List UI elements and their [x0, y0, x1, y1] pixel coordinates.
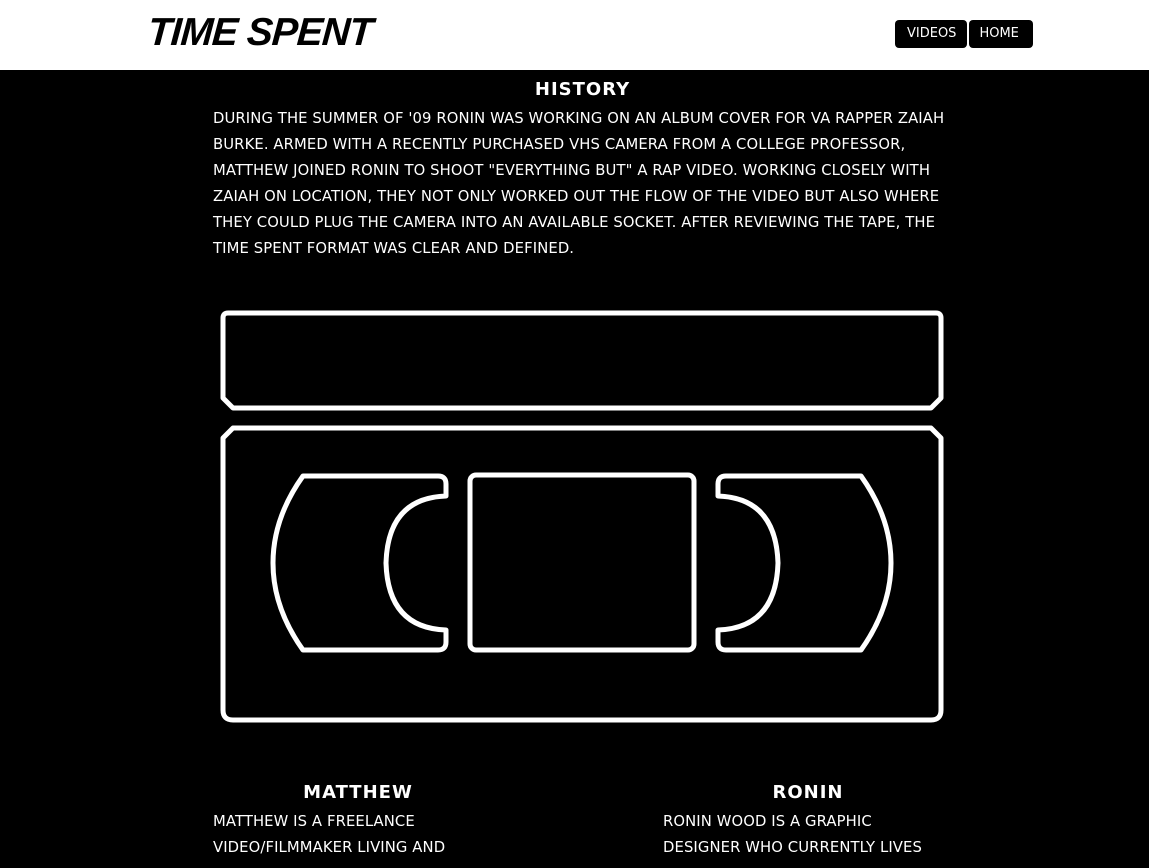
bio-matthew-text: MATTHEW IS A FREELANCE VIDEO/FILMMAKER L…: [213, 813, 446, 856]
bio-matthew-name: MATTHEW: [303, 782, 413, 803]
history-text: DURING THE SUMMER OF '09 RONIN WAS WORKI…: [213, 110, 945, 257]
bio-matthew: MATTHEW MATTHEW IS A FREELANCE VIDEO/FIL…: [213, 781, 503, 861]
site-header: TIME SPENT VIDEOS HOME: [0, 0, 1149, 70]
history-title: HISTORY: [534, 79, 631, 100]
nav-home-button[interactable]: HOME: [969, 20, 1033, 48]
main-nav: VIDEOS HOME: [895, 20, 1033, 48]
bio-ronin-name: RONIN: [772, 782, 844, 803]
vhs-cassette-icon: [220, 310, 944, 723]
bio-ronin-text: RONIN WOOD IS A GRAPHIC DESIGNER WHO CUR…: [663, 813, 922, 856]
site-logo[interactable]: TIME SPENT: [146, 10, 374, 56]
bio-ronin: RONIN RONIN WOOD IS A GRAPHIC DESIGNER W…: [663, 781, 953, 861]
nav-videos-button[interactable]: VIDEOS: [895, 20, 968, 48]
